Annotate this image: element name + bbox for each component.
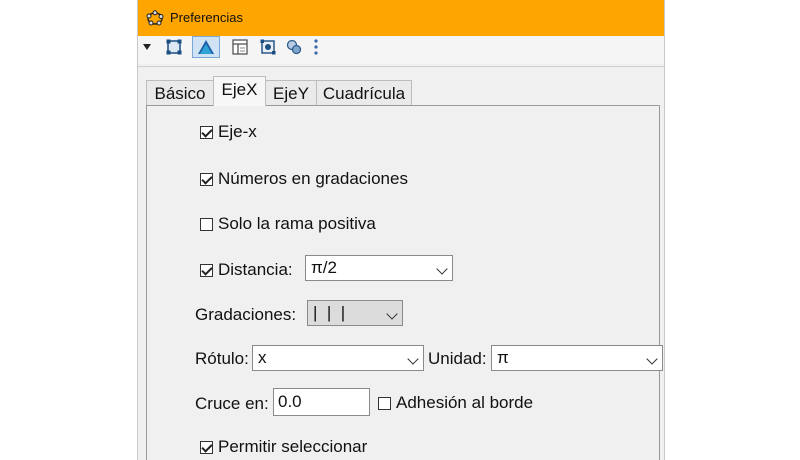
toolbar-divider [138,66,664,67]
title-bar: Preferencias [138,0,664,36]
tab-ejey[interactable]: EjeY [265,80,317,105]
graphics-view-icon[interactable] [162,36,186,58]
adhesion-label: Adhesión al borde [396,393,534,412]
rotulo-label: Rótulo: [195,349,249,368]
gradaciones-value: | | | [313,303,346,322]
adhesion-option[interactable]: Adhesión al borde [378,390,533,416]
adhesion-checkbox[interactable] [378,396,391,410]
distancia-checkbox[interactable] [200,263,213,277]
eje-x-label: Eje-x [218,122,257,141]
triangle-view-icon[interactable] [192,36,220,58]
chevron-down-icon [646,353,658,365]
window-title: Preferencias [170,10,243,25]
gradaciones-label: Gradaciones: [195,305,297,324]
geogebra-icon [146,10,164,26]
gradaciones-select[interactable]: | | | [307,300,403,326]
tools-icon[interactable] [282,36,306,58]
ejex-panel: Eje-x Números en gradaciones Solo la ram… [146,105,663,460]
toolbar [138,36,664,64]
unidad-value: π [497,348,509,367]
distancia-label: Distancia: [218,260,293,279]
numeros-option[interactable]: Números en gradaciones [200,166,408,192]
solo-positiva-checkbox[interactable] [200,217,213,231]
rotulo-select[interactable]: x [252,345,424,371]
settings-icon[interactable] [256,36,280,58]
unidad-label: Unidad: [428,349,487,368]
chevron-down-icon [407,353,419,365]
permitir-checkbox[interactable] [200,440,213,454]
chevron-down-icon [436,263,448,275]
solo-positiva-label: Solo la rama positiva [218,214,376,233]
menu-arrow-icon[interactable] [140,36,154,58]
preferences-window: Preferencias Básico EjeX EjeY Cuadrícula [137,0,665,460]
cruce-label: Cruce en: [195,394,269,413]
permitir-option[interactable]: Permitir seleccionar [200,434,367,460]
permitir-label: Permitir seleccionar [218,437,368,456]
more-icon[interactable] [310,36,322,58]
distancia-select[interactable]: π/2 [305,255,453,281]
tab-cuadricula[interactable]: Cuadrícula [316,80,412,105]
unidad-select[interactable]: π [491,345,663,371]
eje-x-checkbox[interactable] [200,125,213,139]
numeros-checkbox[interactable] [200,172,213,186]
rotulo-value: x [258,348,267,367]
cruce-input[interactable]: 0.0 [273,388,370,416]
tab-ejex[interactable]: EjeX [213,76,266,106]
chevron-down-icon [386,308,398,320]
solo-positiva-option[interactable]: Solo la rama positiva [200,211,376,237]
eje-x-option[interactable]: Eje-x [200,119,257,145]
tab-basico[interactable]: Básico [146,80,214,105]
distancia-option[interactable]: Distancia: [200,257,293,283]
distancia-value: π/2 [311,258,337,277]
numeros-label: Números en gradaciones [218,169,408,188]
layout-icon[interactable] [228,36,252,58]
